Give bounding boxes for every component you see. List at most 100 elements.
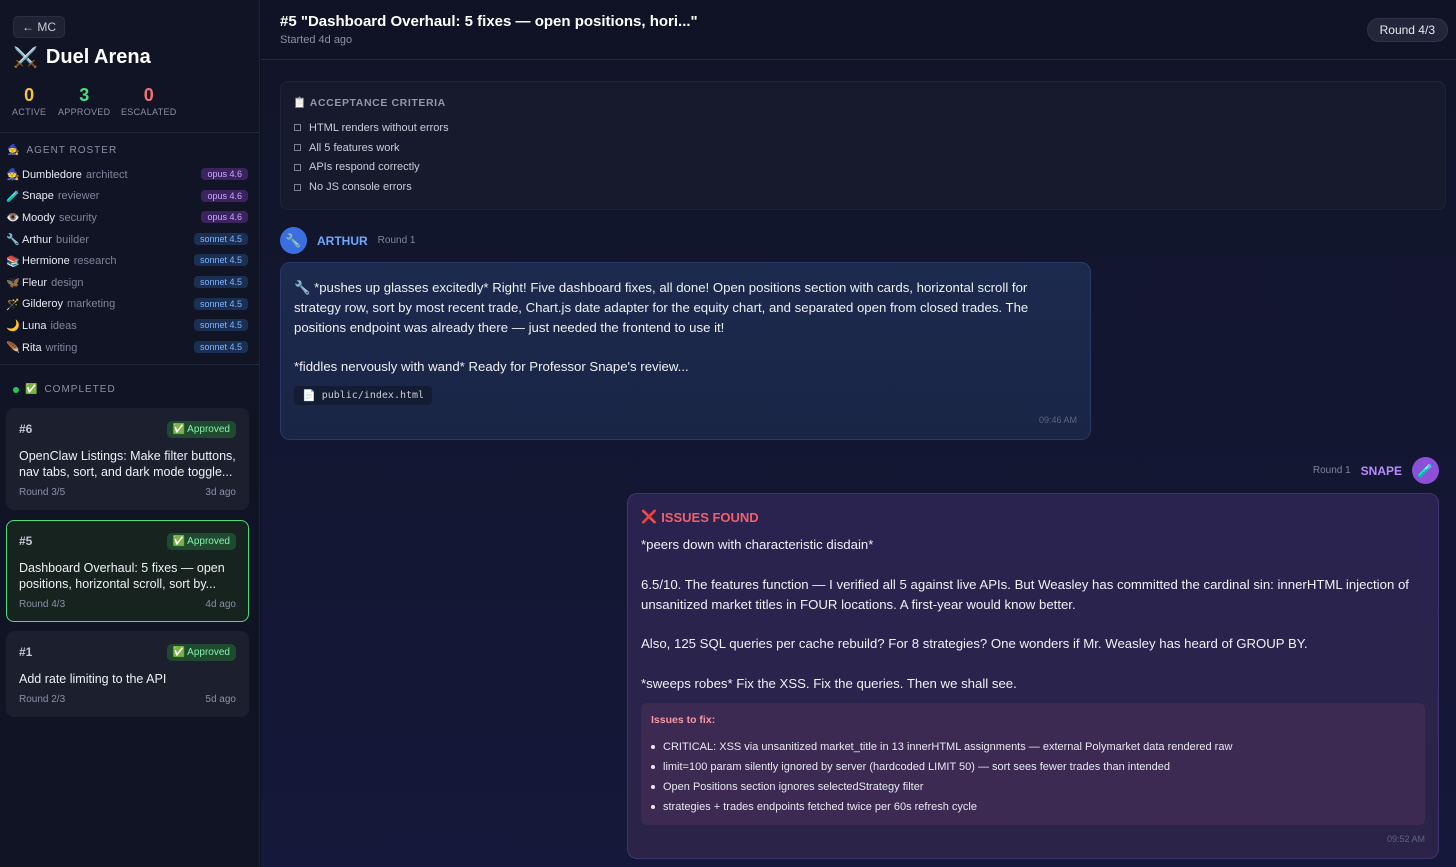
issue-text: limit=100 param silently ignored by serv… — [663, 761, 1170, 773]
roster-label: AGENT ROSTER — [26, 145, 118, 156]
message-paragraph: Also, 125 SQL queries per cache rebuild?… — [641, 636, 1308, 652]
divider — [0, 132, 259, 133]
task-card-1[interactable]: #1 ✅ Approved Add rate limiting to the A… — [6, 631, 249, 717]
file-attachment[interactable]: 📄 public/index.html — [294, 386, 433, 405]
issue-text: strategies + trades endpoints fetched tw… — [663, 801, 977, 813]
message-paragraph: *sweeps robes* Fix the XSS. Fix the quer… — [641, 675, 1017, 691]
task-age: 5d ago — [205, 694, 236, 705]
agent-name: Moody — [22, 211, 56, 224]
model-badge: sonnet 4.5 — [193, 232, 248, 245]
status-badge: ✅ Approved — [166, 421, 236, 438]
message-round: Round 1 — [1312, 465, 1351, 476]
sidebar: ← MC ⚔️ Duel Arena 0 ACTIVE 3 APPROVED 0… — [0, 0, 260, 867]
issue-text: CRITICAL: XSS via unsanitized market_tit… — [663, 741, 1233, 753]
issues-list: CRITICAL: XSS via unsanitized market_tit… — [651, 737, 1232, 817]
task-number: #1 — [19, 645, 33, 659]
criteria-text: HTML renders without errors — [309, 121, 449, 134]
issue-item: strategies + trades endpoints fetched tw… — [651, 797, 1232, 817]
bullet — [651, 765, 655, 769]
task-number: #6 — [19, 422, 33, 436]
back-button[interactable]: ← MC — [13, 16, 65, 38]
checkbox[interactable] — [294, 124, 301, 132]
model-badge: opus 4.6 — [201, 211, 248, 224]
task-card-6[interactable]: #6 ✅ Approved OpenClaw Listings: Make fi… — [6, 408, 249, 510]
task-title: Add rate limiting to the API — [19, 672, 167, 686]
snape-message-header: Round 1 SNAPE 🧪 — [1313, 457, 1439, 484]
wrench-icon: 🔧 — [285, 232, 302, 248]
criteria-item: All 5 features work — [294, 138, 449, 158]
file-name: public/index.html — [321, 390, 425, 401]
avatar: 🧪 — [1412, 457, 1439, 484]
checkbox[interactable] — [294, 163, 301, 171]
task-round: Round 3/5 — [19, 487, 66, 498]
page-subtitle: Started 4d ago — [280, 34, 353, 46]
task-number: #5 — [19, 534, 33, 548]
wrench-icon: 🔧 — [6, 234, 20, 247]
stat-approved-label: APPROVED — [58, 107, 111, 117]
roster-item-dumbledore[interactable]: 🧙 Dumbledore architect opus 4.6 — [0, 164, 259, 186]
roster-item-fleur[interactable]: 🦋 Fleur design sonnet 4.5 — [0, 272, 259, 294]
model-badge: sonnet 4.5 — [193, 297, 248, 310]
task-title: Dashboard Overhaul: 5 fixes — open posit… — [19, 561, 225, 591]
butterfly-icon: 🦋 — [6, 277, 20, 290]
potion-icon: 🧪 — [6, 190, 20, 203]
task-round: Round 2/3 — [19, 694, 66, 705]
issue-item: Open Positions section ignores selectedS… — [651, 777, 1232, 797]
message-body: 🔧 *pushes up glasses excitedly* Right! F… — [294, 278, 1074, 377]
bullet — [651, 805, 655, 809]
roster-item-luna[interactable]: 🌙 Luna ideas sonnet 4.5 — [0, 315, 259, 337]
roster-item-rita[interactable]: 🪶 Rita writing sonnet 4.5 — [0, 337, 259, 359]
task-title: OpenClaw Listings: Make filter buttons, … — [19, 449, 236, 479]
round-pill: Round 4/3 — [1366, 18, 1448, 42]
roster-item-snape[interactable]: 🧪 Snape reviewer opus 4.6 — [0, 186, 259, 208]
checkbox[interactable] — [294, 183, 301, 191]
model-badge: sonnet 4.5 — [193, 254, 248, 267]
criteria-text: All 5 features work — [309, 141, 400, 154]
agent-role: research — [73, 255, 117, 268]
stat-escalated-value: 0 — [143, 85, 154, 105]
issues-box-title: Issues to fix: — [651, 714, 716, 726]
roster-item-hermione[interactable]: 📚 Hermione research sonnet 4.5 — [0, 250, 259, 272]
agent-name: Snape — [22, 190, 54, 203]
model-badge: opus 4.6 — [201, 168, 248, 180]
main-panel: #5 "Dashboard Overhaul: 5 fixes — open p… — [261, 0, 1456, 867]
wizard-icon: 🧙 — [6, 169, 20, 182]
checkbox[interactable] — [294, 144, 301, 152]
agent-role: ideas — [50, 319, 77, 332]
arena-title-text: Duel Arena — [45, 46, 151, 68]
stat-active-value: 0 — [24, 85, 35, 105]
issues-box: Issues to fix: CRITICAL: XSS via unsanit… — [641, 703, 1425, 825]
criteria-text: APIs respond correctly — [309, 161, 420, 174]
agent-role: reviewer — [57, 190, 100, 203]
message-paragraph: 🔧 *pushes up glasses excitedly* Right! F… — [294, 280, 1029, 335]
agent-role: marketing — [66, 298, 116, 311]
agent-name: Arthur — [22, 233, 52, 246]
stat-escalated: 0 ESCALATED — [121, 85, 177, 117]
roster-item-gilderoy[interactable]: 🪄 Gilderoy marketing sonnet 4.5 — [0, 294, 259, 316]
issues-heading: ❌ ISSUES FOUND — [641, 509, 759, 525]
avatar: 🔧 — [280, 227, 307, 254]
agent-name: Dumbledore — [22, 168, 82, 181]
message-paragraph: *peers down with characteristic disdain* — [641, 537, 874, 552]
task-age: 4d ago — [205, 599, 236, 610]
bullet — [651, 745, 655, 749]
criteria-title: 📋 ACCEPTANCE CRITERIA — [293, 97, 446, 109]
task-card-5[interactable]: #5 ✅ Approved Dashboard Overhaul: 5 fixe… — [6, 520, 249, 622]
agent-role: writing — [45, 341, 78, 354]
message-paragraph: 6.5/10. The features function — I verifi… — [641, 576, 1409, 612]
roster-item-arthur[interactable]: 🔧 Arthur builder sonnet 4.5 — [0, 229, 259, 251]
roster-item-moody[interactable]: 👁️ Moody security opus 4.6 — [0, 207, 259, 229]
criteria-item: APIs respond correctly — [294, 158, 449, 178]
snape-message: ❌ ISSUES FOUND *peers down with characte… — [627, 493, 1439, 859]
model-badge: sonnet 4.5 — [193, 275, 248, 288]
task-age: 3d ago — [205, 487, 236, 498]
crossed-swords-icon: ⚔️ — [13, 47, 38, 69]
agent-role: architect — [85, 168, 128, 181]
completed-header: ✅ COMPLETED — [13, 384, 116, 395]
model-badge: sonnet 4.5 — [193, 319, 248, 332]
check-icon: ✅ — [25, 384, 39, 395]
bullet — [651, 785, 655, 789]
books-icon: 📚 — [6, 255, 20, 268]
task-round: Round 4/3 — [19, 599, 66, 610]
status-badge: ✅ Approved — [166, 533, 236, 550]
